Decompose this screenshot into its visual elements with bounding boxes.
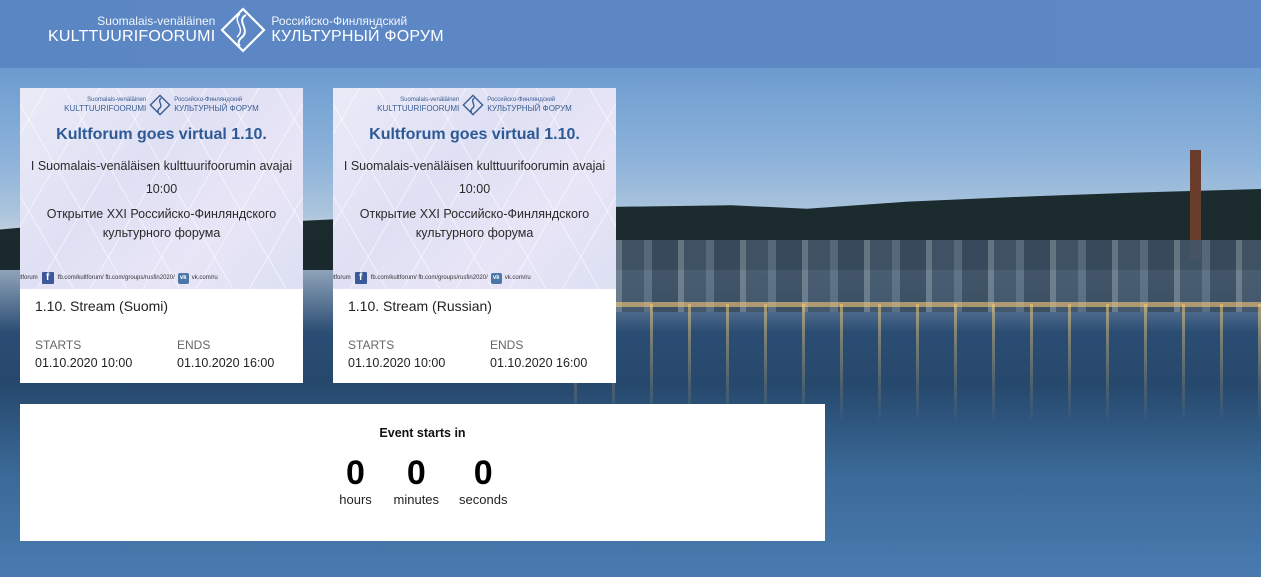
- countdown-hours-label: hours: [339, 492, 372, 507]
- banner-logo-fi: Suomalais-venäläinen KULTTUURIFOORUMI: [377, 97, 459, 113]
- logo-fi-small: Suomalais-venäläinen: [97, 14, 216, 28]
- countdown-seconds-label: seconds: [459, 492, 508, 507]
- starts-label: STARTS: [348, 338, 395, 352]
- banner-line-russian-1: Открытие XXI Российско-Финляндского: [359, 207, 590, 221]
- starts-value: 01.10.2020 10:00: [35, 356, 133, 370]
- banner-logo-ru-big: КУЛЬТУРНЫЙ ФОРУМ: [487, 104, 572, 113]
- banner-logo-fi-small: Suomalais-venäläinen: [400, 97, 460, 103]
- banner-line-russian-2: культурного форума: [102, 226, 221, 240]
- countdown-minutes-label: minutes: [393, 492, 440, 507]
- starts-label: STARTS: [35, 338, 82, 352]
- banner-logo-fi-big: KULTTUURIFOORUMI: [64, 104, 147, 113]
- event-title[interactable]: 1.10. Stream (Russian): [348, 298, 492, 314]
- countdown-seconds: 0 seconds: [459, 454, 507, 508]
- kultforum-logo-icon: [220, 7, 266, 53]
- ends-value: 01.10.2020 16:00: [490, 356, 588, 370]
- banner-time: 10:00: [458, 182, 491, 196]
- banner-time: 10:00: [145, 182, 178, 196]
- banner-social-3: fb.com/groups/rusfin2020/: [418, 275, 488, 281]
- banner-logo-fi-big: KULTTUURIFOORUMI: [377, 104, 460, 113]
- kultforum-logo-icon: [462, 94, 484, 116]
- banner-social-1: ultforum: [333, 275, 351, 281]
- countdown-hours-value: 0: [346, 454, 365, 492]
- banner-logo-fi-small: Suomalais-venäläinen: [87, 97, 147, 103]
- banner-social-links: ultforum f fb.com/kultforum/ fb.com/grou…: [333, 272, 616, 284]
- banner-social-4: vk.com/ru: [191, 275, 218, 281]
- countdown-heading: Event starts in: [379, 426, 466, 440]
- banner-social-4: vk.com/ru: [504, 275, 531, 281]
- banner-line-finnish: I Suomalais-venäläisen kulttuurifoorumin…: [30, 159, 293, 173]
- banner-title: Kultforum goes virtual 1.10.: [56, 126, 267, 143]
- banner-logo: Suomalais-venäläinen KULTTUURIFOORUMI Ро…: [20, 94, 303, 116]
- logo-fi-big: KULTTUURIFOORUMI: [48, 28, 216, 45]
- countdown-units: 0 hours 0 minutes 0 seconds: [20, 454, 825, 508]
- event-countdown: Event starts in 0 hours 0 minutes 0 seco…: [20, 404, 825, 541]
- starts-value: 01.10.2020 10:00: [348, 356, 446, 370]
- facebook-icon: f: [41, 272, 54, 284]
- logo-finnish: Suomalais-venäläinen KULTTUURIFOORUMI: [48, 14, 215, 46]
- banner-social-1: ultforum: [20, 275, 38, 281]
- event-banner-image: Suomalais-venäläinen KULTTUURIFOORUMI Ро…: [333, 88, 616, 289]
- banner-logo-ru-small: Российско-Финляндский: [487, 97, 556, 103]
- kultforum-logo-icon: [149, 94, 171, 116]
- banner-line-finnish: I Suomalais-venäläisen kulttuurifoorumin…: [343, 159, 606, 173]
- banner-social-2: fb.com/kultforum/: [57, 275, 104, 281]
- banner-line-russian-1: Открытие XXI Российско-Финляндского: [46, 207, 277, 221]
- banner-logo-ru: Российско-Финляндский КУЛЬТУРНЫЙ ФОРУМ: [487, 97, 572, 113]
- ends-value: 01.10.2020 16:00: [177, 356, 275, 370]
- vk-icon: vk: [177, 272, 189, 284]
- banner-logo-ru-big: КУЛЬТУРНЫЙ ФОРУМ: [174, 104, 259, 113]
- logo-ru-small: Российско-Финляндский: [271, 14, 408, 28]
- site-logo[interactable]: Suomalais-venäläinen KULTTUURIFOORUMI Ро…: [48, 6, 444, 54]
- event-card-russian[interactable]: Suomalais-venäläinen KULTTUURIFOORUMI Ро…: [333, 88, 616, 383]
- banner-social-links: ultforum f fb.com/kultforum/ fb.com/grou…: [20, 272, 303, 284]
- event-banner-image: Suomalais-venäläinen KULTTUURIFOORUMI Ро…: [20, 88, 303, 289]
- site-header: Suomalais-venäläinen KULTTUURIFOORUMI Ро…: [0, 0, 1261, 68]
- banner-logo: Suomalais-venäläinen KULTTUURIFOORUMI Ро…: [333, 94, 616, 116]
- logo-ru-big: КУЛЬТУРНЫЙ ФОРУМ: [271, 28, 444, 45]
- event-card-suomi[interactable]: Suomalais-venäläinen KULTTUURIFOORUMI Ро…: [20, 88, 303, 383]
- banner-title: Kultforum goes virtual 1.10.: [369, 126, 580, 143]
- logo-russian: Российско-Финляндский КУЛЬТУРНЫЙ ФОРУМ: [271, 14, 443, 46]
- vk-icon: vk: [490, 272, 502, 284]
- countdown-minutes-value: 0: [406, 454, 426, 492]
- banner-social-2: fb.com/kultforum/: [370, 275, 417, 281]
- event-title[interactable]: 1.10. Stream (Suomi): [35, 298, 168, 314]
- banner-logo-ru-small: Российско-Финляндский: [174, 97, 243, 103]
- ends-label: ENDS: [177, 338, 211, 352]
- ends-label: ENDS: [490, 338, 524, 352]
- banner-line-russian-2: культурного форума: [415, 226, 534, 240]
- countdown-minutes: 0 minutes: [394, 454, 440, 508]
- countdown-seconds-value: 0: [473, 454, 493, 492]
- banner-social-3: fb.com/groups/rusfin2020/: [105, 275, 175, 281]
- facebook-icon: f: [354, 272, 367, 284]
- countdown-hours: 0 hours: [338, 454, 374, 508]
- banner-logo-ru: Российско-Финляндский КУЛЬТУРНЫЙ ФОРУМ: [174, 97, 259, 113]
- banner-logo-fi: Suomalais-venäläinen KULTTUURIFOORUMI: [64, 97, 146, 113]
